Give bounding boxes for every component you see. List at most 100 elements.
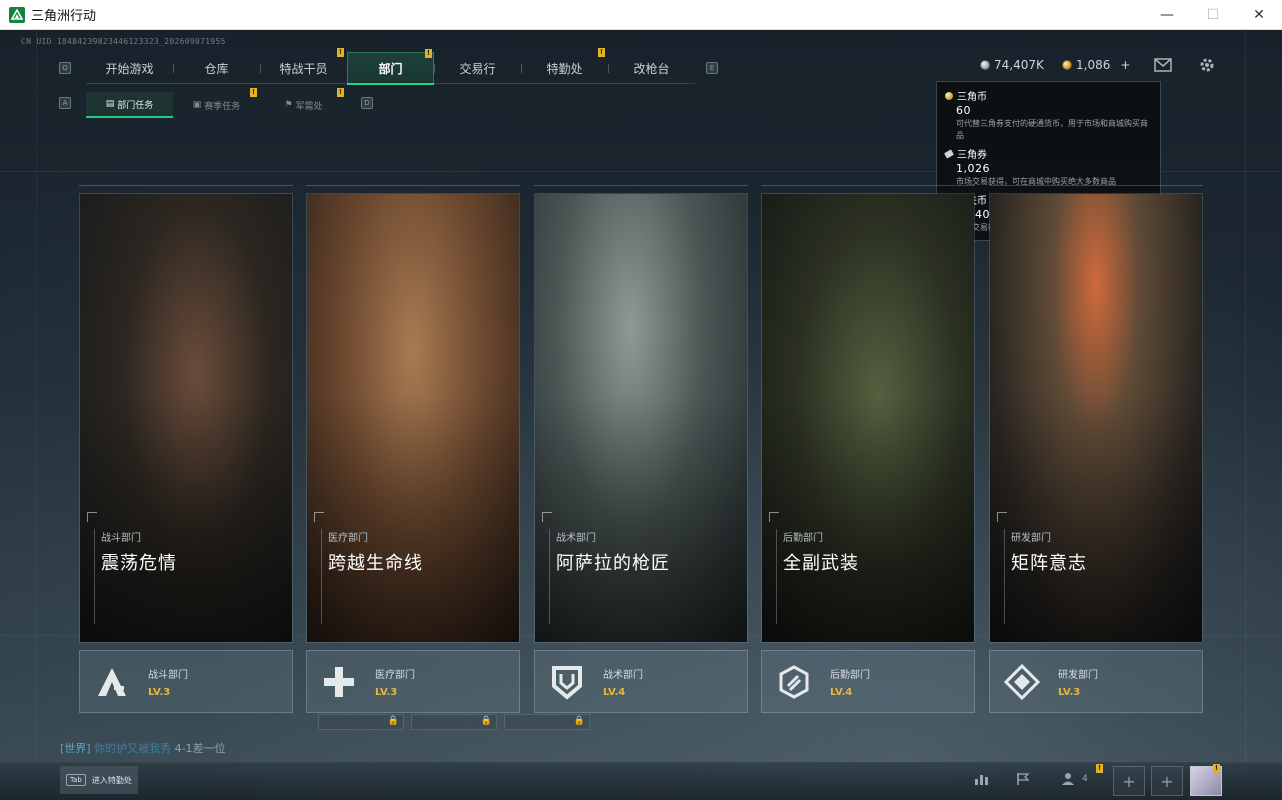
hud-grid-line bbox=[1245, 30, 1246, 800]
card-department-label: 战术部门 bbox=[556, 533, 596, 544]
card-divider-line bbox=[776, 529, 777, 624]
tab-trade[interactable]: 交易行 bbox=[434, 52, 521, 84]
chat-channel: [世界] bbox=[60, 742, 91, 755]
department-level-panel[interactable]: 医疗部门 LV.3 bbox=[306, 650, 520, 713]
combat-dept-icon bbox=[92, 662, 132, 702]
lock-icon: 🔒 bbox=[387, 716, 399, 726]
notification-badge: ! bbox=[598, 48, 605, 57]
tab-warehouse[interactable]: 仓库 bbox=[173, 52, 260, 84]
department-card[interactable]: 战术部门阿萨拉的枪匠 bbox=[534, 193, 748, 643]
department-level: LV.3 bbox=[375, 686, 398, 698]
friends-icon bbox=[1062, 773, 1074, 785]
chat-extra: 4-1差一位 bbox=[174, 742, 226, 755]
department-name: 后勤部门 bbox=[830, 669, 870, 681]
department-info: 战术部门 LV.4 bbox=[603, 666, 643, 698]
subtab-label: 军需处 bbox=[295, 101, 323, 112]
tooltip-item-name: 三角券 bbox=[957, 150, 987, 161]
card-corner-bracket bbox=[314, 512, 324, 522]
window-controls: — ☐ ✕ bbox=[1144, 0, 1282, 30]
tactical-dept-icon bbox=[547, 662, 587, 702]
card-divider-line bbox=[1004, 529, 1005, 624]
minimize-button[interactable]: — bbox=[1144, 0, 1190, 30]
flag-icon[interactable] bbox=[1016, 772, 1030, 790]
friends-button[interactable]: 4 ! bbox=[1062, 764, 1103, 786]
notification-badge: ! bbox=[337, 48, 344, 57]
tab-gunsmith[interactable]: 改枪台 bbox=[608, 52, 695, 84]
tab-label: 交易行 bbox=[459, 61, 496, 76]
silver-coin-icon bbox=[980, 60, 990, 70]
avatar[interactable]: ! bbox=[1190, 764, 1222, 796]
enter-special-ops-button[interactable]: Tab 进入特勤处 bbox=[60, 766, 138, 794]
card-department-label: 战斗部门 bbox=[101, 533, 141, 544]
tooltip-item: 三角券 1,026 市场交易获得，可在商城中购买绝大多数商品 bbox=[944, 146, 1152, 188]
department-name: 研发部门 bbox=[1058, 669, 1098, 681]
notification-badge: ! bbox=[1213, 764, 1220, 773]
friends-count: 4 bbox=[1082, 774, 1088, 784]
app-logo-icon bbox=[9, 6, 25, 23]
department-level-panel[interactable]: 战斗部门 LV.3 bbox=[79, 650, 293, 713]
card-divider-line bbox=[94, 529, 95, 624]
tab-label: 特战干员 bbox=[279, 61, 328, 76]
department-info: 战斗部门 LV.3 bbox=[148, 666, 188, 698]
card-text: 战术部门阿萨拉的枪匠 bbox=[556, 529, 670, 575]
subtab-department-tasks[interactable]: ▤ 部门任务 bbox=[86, 92, 173, 118]
lock-icon: 🔒 bbox=[480, 716, 492, 726]
card-header-strip bbox=[761, 185, 975, 190]
card-title: 矩阵意志 bbox=[1011, 553, 1087, 574]
task-list-icon: ▤ bbox=[105, 99, 115, 109]
department-name: 战斗部门 bbox=[148, 669, 188, 681]
tab-special-ops[interactable]: 特勤处 ! bbox=[521, 48, 608, 84]
card-title: 全副武装 bbox=[783, 553, 859, 574]
tooltip-item-desc: 可代替三角券支付的硬通货币，用于市场和商城购买商品 bbox=[956, 119, 1148, 140]
card-text: 医疗部门 跨越生命线 bbox=[328, 529, 423, 575]
add-teammate-button[interactable]: + bbox=[1113, 766, 1145, 796]
player-uid: CN UID 18484239823446123323_202609071955 bbox=[21, 37, 226, 46]
tab-label: 仓库 bbox=[204, 61, 229, 76]
card-corner-bracket bbox=[997, 512, 1007, 522]
sub-nav: ▤ 部门任务 ▣ 赛季任务 ! ⚑ 军需处 ! bbox=[86, 88, 347, 118]
gear-icon[interactable] bbox=[1199, 57, 1215, 77]
card-divider-line bbox=[321, 529, 322, 624]
department-level-panel[interactable]: 战术部门 LV.4 bbox=[534, 650, 748, 713]
department-card[interactable]: 战斗部门 震荡危情 bbox=[79, 193, 293, 643]
hafu-currency[interactable]: 74,407K bbox=[980, 58, 1044, 72]
subtab-quartermaster[interactable]: ⚑ 军需处 ! bbox=[260, 88, 347, 118]
mail-icon[interactable] bbox=[1154, 57, 1172, 76]
maximize-button[interactable]: ☐ bbox=[1190, 0, 1236, 30]
tab-label: 开始游戏 bbox=[105, 61, 154, 76]
tab-label: 部门 bbox=[378, 61, 403, 76]
stats-icon[interactable] bbox=[974, 772, 990, 790]
nav-prev-key-hint: Q bbox=[59, 62, 71, 74]
season-icon: ▣ bbox=[192, 100, 202, 110]
tab-department[interactable]: 部门 ! bbox=[347, 49, 434, 85]
subtab-label: 赛季任务 bbox=[204, 101, 241, 112]
department-level-panel[interactable]: 研发部门 LV.3 bbox=[989, 650, 1203, 713]
department-card[interactable]: 后勤部门 全副武装 bbox=[761, 193, 975, 643]
logistics-dept-icon bbox=[774, 662, 814, 702]
subtab-season-tasks[interactable]: ▣ 赛季任务 ! bbox=[173, 88, 260, 118]
card-header-strip bbox=[306, 185, 520, 190]
department-card[interactable]: 医疗部门 跨越生命线 bbox=[306, 193, 520, 643]
card-header-strip bbox=[989, 185, 1203, 190]
gold-coin-icon bbox=[945, 91, 953, 100]
department-card[interactable]: 研发部门 矩阵意志 bbox=[989, 193, 1203, 643]
chat-line[interactable]: [世界] 你的护又被我秀 4-1差一位 bbox=[60, 740, 226, 756]
add-currency-button[interactable]: + bbox=[1120, 58, 1130, 72]
medical-dept-icon bbox=[319, 662, 359, 702]
sanjiao-currency[interactable]: 1,086 + bbox=[1062, 58, 1130, 72]
card-text: 后勤部门 全副武装 bbox=[783, 529, 859, 575]
locked-slot: 🔒 bbox=[318, 714, 404, 730]
locked-slot: 🔒 bbox=[411, 714, 497, 730]
quartermaster-icon: ⚑ bbox=[284, 100, 293, 110]
tab-operators[interactable]: 特战干员 ! bbox=[260, 48, 347, 84]
add-teammate-button[interactable]: + bbox=[1151, 766, 1183, 796]
close-button[interactable]: ✕ bbox=[1236, 0, 1282, 30]
tab-start-game[interactable]: 开始游戏 bbox=[86, 52, 173, 84]
notification-badge: ! bbox=[337, 88, 344, 97]
lock-icon: 🔒 bbox=[573, 716, 585, 726]
tooltip-item-name: 三角币 bbox=[957, 92, 987, 103]
card-title: 阿萨拉的枪匠 bbox=[556, 553, 670, 574]
department-level-panel[interactable]: 后勤部门 LV.4 bbox=[761, 650, 975, 713]
window-titlebar: 三角洲行动 — ☐ ✕ bbox=[0, 0, 1282, 30]
card-title: 震荡危情 bbox=[101, 553, 177, 574]
